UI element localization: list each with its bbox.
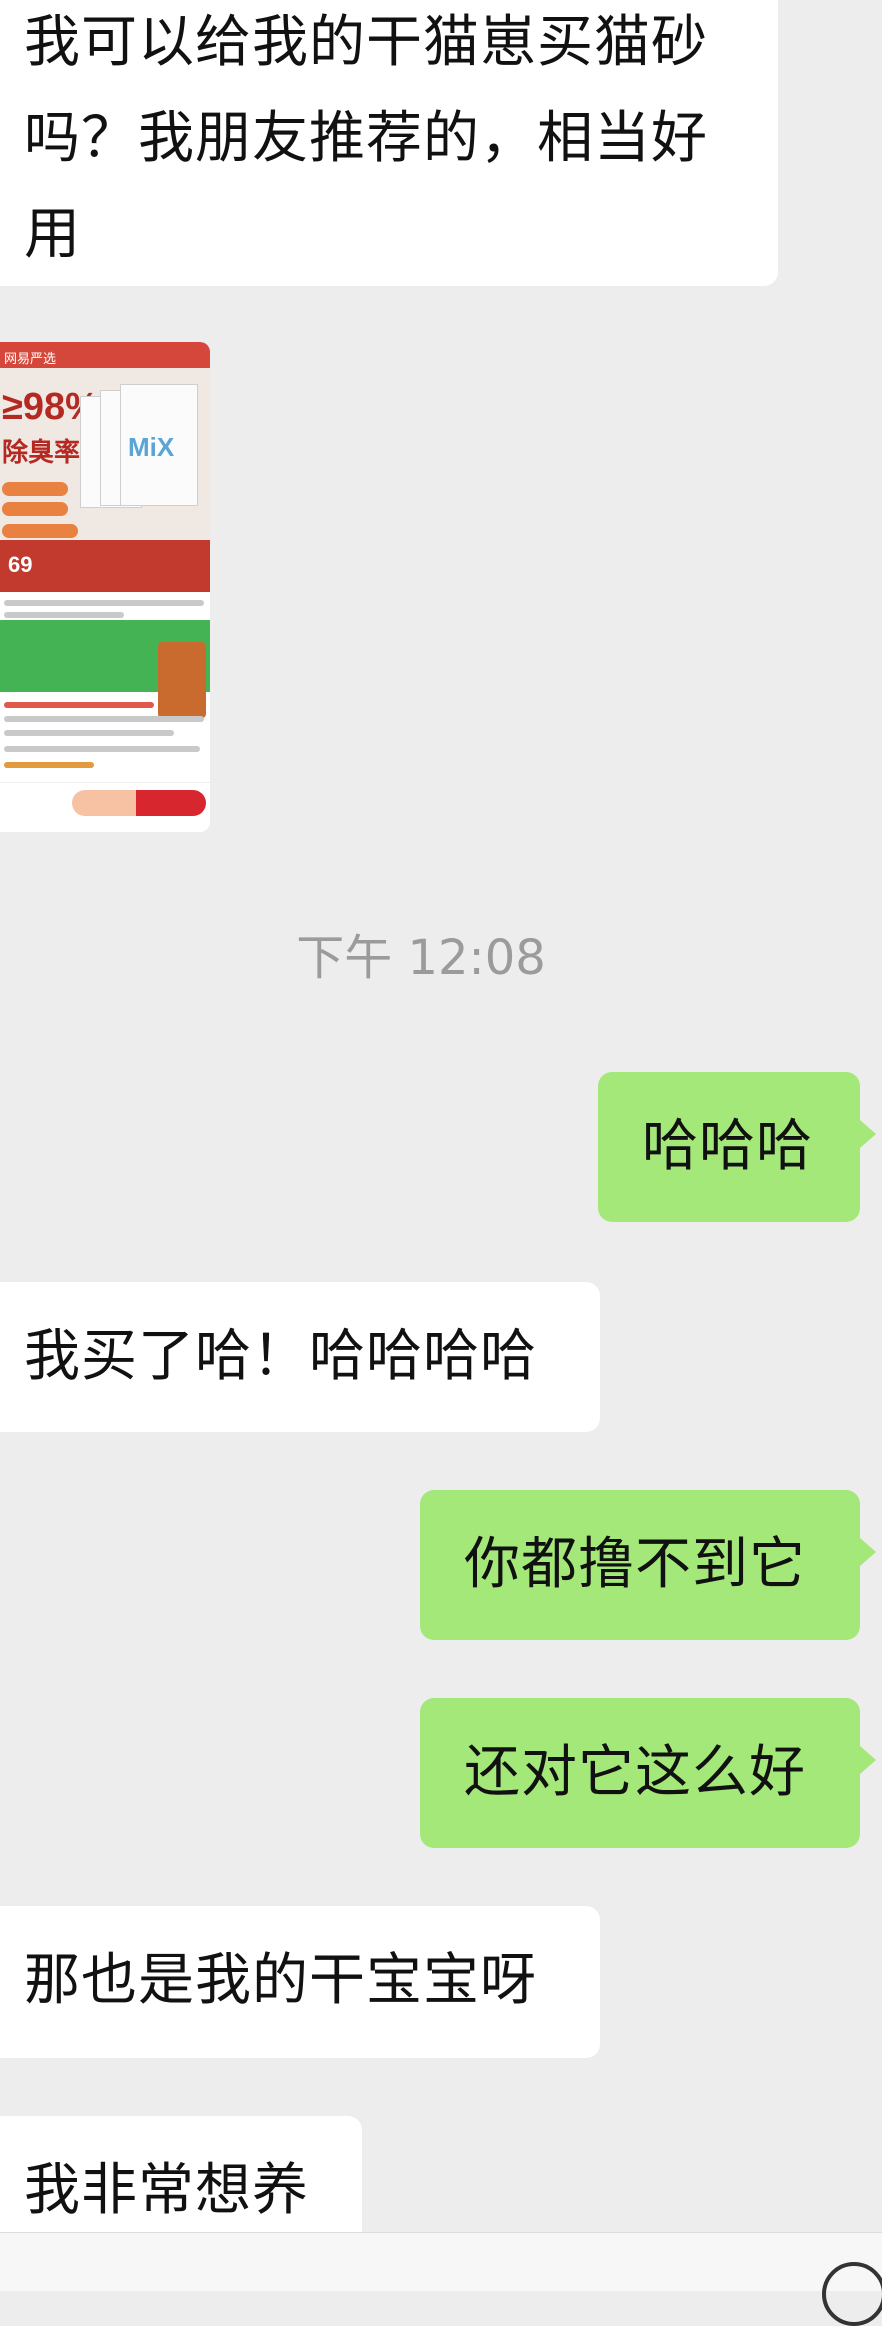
image-message-product-screenshot[interactable]: 网易严选 ≥98% 除臭率 MiX 69 [0, 342, 210, 832]
product-headline-sub: 除臭率 [2, 438, 81, 468]
product-tags-line [4, 746, 200, 752]
message-text: 我非常想养 [24, 2158, 309, 2223]
product-price: 69 [8, 552, 33, 577]
product-logo-text: MiX [128, 432, 175, 462]
chat-timestamp: 下午 12:08 [296, 930, 546, 986]
buy-now-button [136, 790, 206, 816]
message-text-line: 我可以给我的干猫崽买猫砂 [24, 10, 708, 75]
emoji-icon[interactable] [822, 2262, 882, 2326]
chat-input-bar[interactable] [0, 2232, 882, 2291]
product-tab-line [4, 612, 124, 618]
message-bubble-incoming[interactable]: 那也是我的干宝宝呀 [0, 1906, 600, 2058]
product-rank-line [4, 762, 94, 768]
product-live-thumbnail [158, 642, 206, 718]
product-brand-name: 网易严选 [4, 351, 57, 366]
product-feature-pill [2, 502, 68, 516]
message-text: 我买了哈！哈哈哈哈 [24, 1324, 537, 1389]
message-text-line: 用 [24, 202, 81, 267]
product-desc-line [4, 716, 204, 722]
product-boxes-image: MiX [80, 382, 198, 532]
message-text: 哈哈哈 [642, 1114, 813, 1179]
message-bubble-incoming[interactable]: 我买了哈！哈哈哈哈 [0, 1282, 600, 1432]
product-title-line [4, 600, 204, 606]
message-text: 那也是我的干宝宝呀 [24, 1948, 537, 2013]
message-bubble-incoming[interactable]: 我可以给我的干猫崽买猫砂 吗？我朋友推荐的，相当好 用 [0, 0, 778, 286]
message-bubble-outgoing[interactable]: 哈哈哈 [598, 1072, 860, 1222]
message-text: 还对它这么好 [464, 1740, 806, 1805]
message-bubble-outgoing[interactable]: 你都撸不到它 [420, 1490, 860, 1640]
message-bubble-outgoing[interactable]: 还对它这么好 [420, 1698, 860, 1848]
bubble-tail [860, 1120, 876, 1148]
bubble-tail [860, 1746, 876, 1774]
product-feature-pill [2, 482, 68, 496]
message-text: 你都撸不到它 [464, 1532, 806, 1597]
add-to-cart-button [72, 790, 136, 816]
product-feature-pill [2, 524, 78, 538]
product-desc-line [4, 730, 174, 736]
message-text-line: 吗？我朋友推荐的，相当好 [24, 106, 708, 171]
product-promo-line [4, 702, 154, 708]
bubble-tail [860, 1538, 876, 1566]
